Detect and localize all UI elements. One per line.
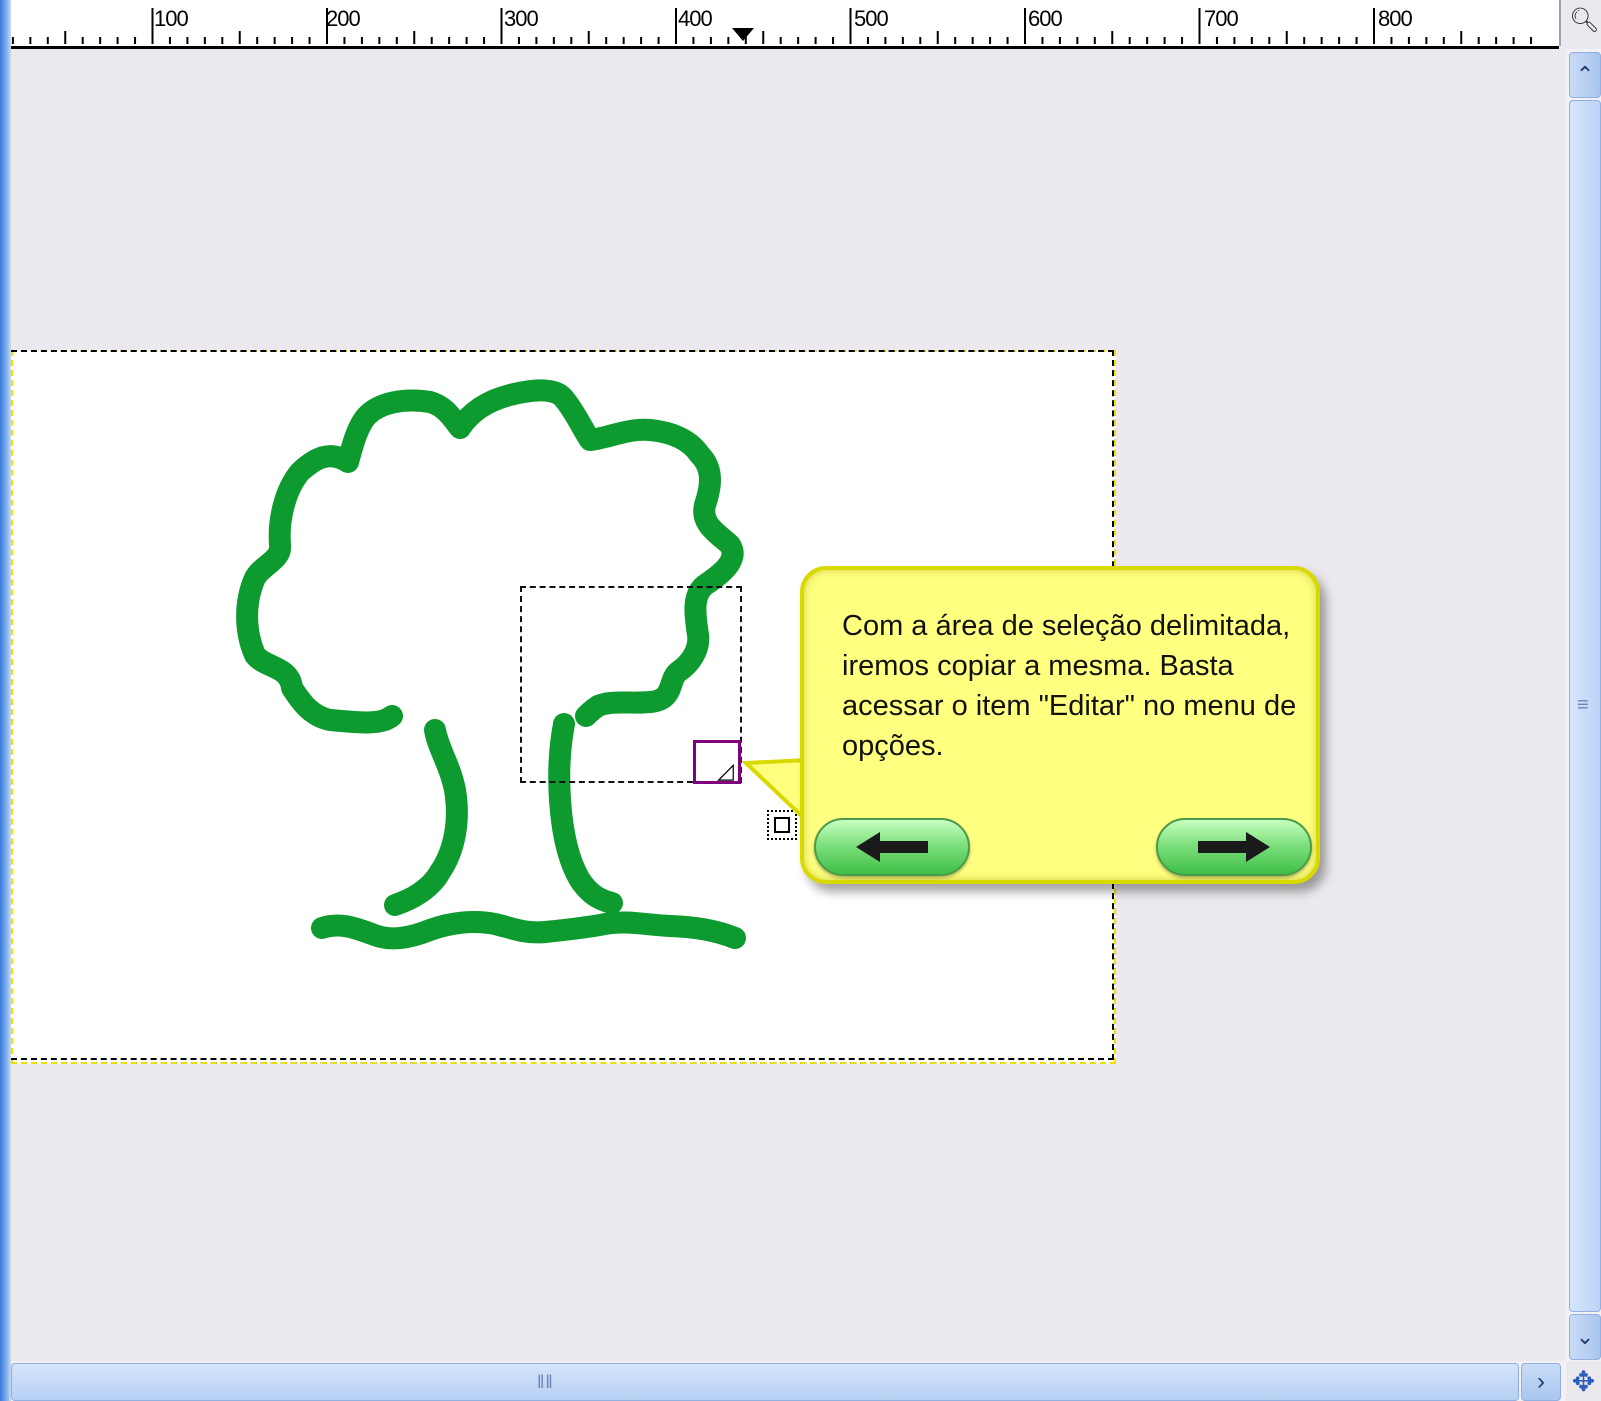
ruler-label: 600 bbox=[1028, 6, 1063, 31]
scroll-up-button[interactable]: ⌃ bbox=[1569, 52, 1601, 98]
arrow-left-icon bbox=[856, 832, 928, 862]
chevron-up-icon: ⌃ bbox=[1575, 62, 1595, 87]
image-canvas[interactable] bbox=[11, 49, 1566, 1361]
zoom-icon: 🔍︎ bbox=[1569, 7, 1600, 34]
ruler-ticks bbox=[11, 8, 1533, 44]
horizontal-ruler[interactable]: 100 200 300 400 500 600 700 800 bbox=[11, 0, 1559, 49]
ruler-label: 700 bbox=[1204, 6, 1239, 31]
zoom-button[interactable]: 🔍︎ bbox=[1559, 0, 1601, 46]
rect-select-cursor-icon bbox=[767, 810, 797, 840]
scroll-right-button[interactable]: › bbox=[1521, 1363, 1561, 1401]
tooltip-text: Com a área de seleção delimitada, iremos… bbox=[842, 610, 1297, 762]
move-icon: ✥ bbox=[1571, 1365, 1596, 1397]
tutorial-tooltip: Com a área de seleção delimitada, iremos… bbox=[800, 566, 1320, 884]
ruler-position-marker bbox=[732, 28, 754, 41]
resize-arrow-icon: ◿ bbox=[717, 758, 734, 783]
chevron-down-icon: ⌄ bbox=[1575, 1324, 1595, 1349]
horizontal-scroll-thumb[interactable] bbox=[11, 1363, 1519, 1401]
ruler-label: 300 bbox=[504, 6, 539, 31]
scroll-grip-icon: ≡ bbox=[1577, 694, 1589, 716]
window-left-edge bbox=[0, 0, 11, 1401]
scroll-grip-icon: ‖‖ bbox=[537, 1372, 554, 1392]
navigate-button[interactable]: ✥ bbox=[1566, 1361, 1601, 1401]
ruler-label: 200 bbox=[326, 6, 361, 31]
ruler-label: 800 bbox=[1378, 6, 1413, 31]
arrow-right-icon bbox=[1198, 832, 1270, 862]
ruler-label: 400 bbox=[678, 6, 713, 31]
tree-drawing bbox=[236, 379, 746, 950]
ruler-label: 100 bbox=[154, 6, 189, 31]
previous-button[interactable] bbox=[814, 818, 970, 876]
scroll-down-button[interactable]: ⌄ bbox=[1569, 1314, 1601, 1360]
chevron-right-icon: › bbox=[1537, 1368, 1545, 1395]
ruler-label: 500 bbox=[854, 6, 889, 31]
next-button[interactable] bbox=[1156, 818, 1312, 876]
